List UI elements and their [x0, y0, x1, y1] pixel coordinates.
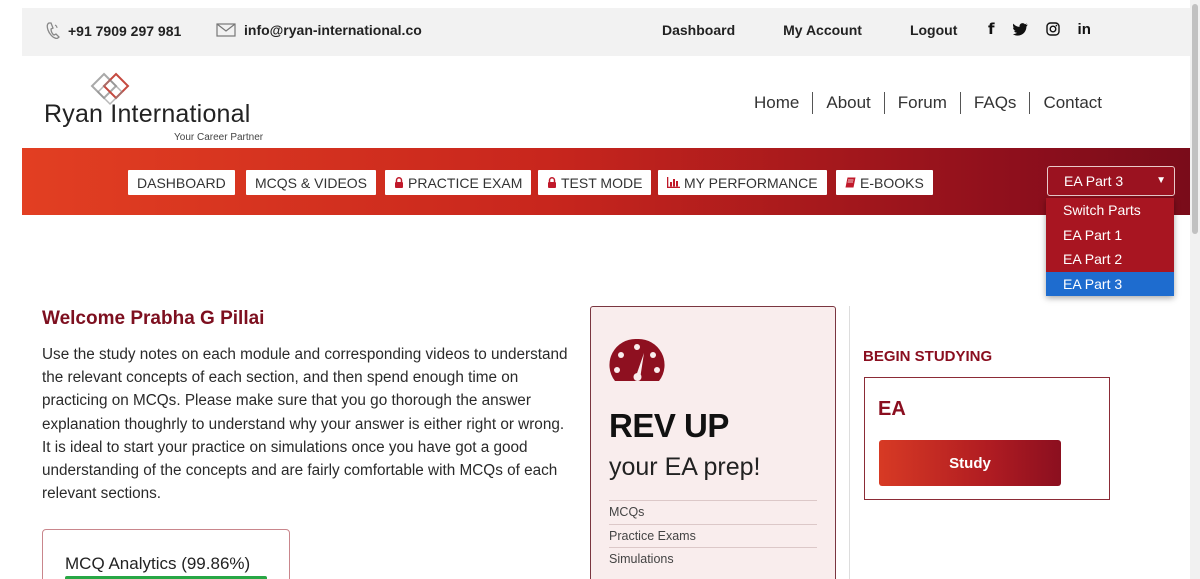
- begin-studying-heading: BEGIN STUDYING: [863, 348, 993, 365]
- email-contact[interactable]: info@ryan-international.co: [216, 22, 422, 38]
- part-select[interactable]: EA Part 3 ▼: [1047, 166, 1175, 196]
- page-scrollbar[interactable]: [1190, 0, 1200, 579]
- brand-tagline: Your Career Partner: [174, 132, 264, 143]
- lock-icon: [548, 177, 556, 188]
- phone-contact[interactable]: +91 7909 297 981: [46, 22, 181, 40]
- speedometer-icon: [609, 338, 665, 381]
- nav-contact[interactable]: Contact: [1043, 93, 1102, 113]
- my-performance-button-label: MY PERFORMANCE: [684, 174, 818, 191]
- mcq-analytics-label: MCQ Analytics (99.86%): [65, 554, 251, 573]
- top-bar: +91 7909 297 981 info@ryan-international…: [22, 8, 1190, 56]
- part-select-dropdown: Switch Parts EA Part 1 EA Part 2 EA Part…: [1046, 198, 1174, 296]
- main-nav: Home About Forum FAQs Contact: [754, 92, 1102, 114]
- bar-chart-icon: [667, 177, 680, 188]
- dashboard-button[interactable]: DASHBOARD: [128, 170, 235, 195]
- test-mode-button[interactable]: TEST MODE: [538, 170, 652, 195]
- my-account-link[interactable]: My Account: [783, 22, 862, 38]
- lock-icon: [395, 177, 403, 188]
- phone-icon: [46, 22, 60, 40]
- page: +91 7909 297 981 info@ryan-international…: [22, 8, 1190, 579]
- course-title: EA: [878, 398, 906, 420]
- dashboard-link[interactable]: Dashboard: [662, 22, 735, 38]
- logo[interactable]: Ryan International Your Career Partner: [44, 68, 284, 148]
- brand-name: Ryan International: [44, 100, 251, 128]
- scrollbar-thumb[interactable]: [1192, 4, 1198, 234]
- section-toolbar: DASHBOARD MCQS & VIDEOS PRACTICE EXAM TE…: [22, 148, 1190, 215]
- mail-icon: [216, 23, 236, 37]
- nav-about[interactable]: About: [826, 93, 870, 113]
- account-links: Dashboard My Account Logout: [662, 22, 957, 38]
- part-option-ea-part-1[interactable]: EA Part 1: [1046, 223, 1174, 248]
- rev-up-item-simulations[interactable]: Simulations: [609, 547, 817, 571]
- nav-separator: [812, 92, 814, 114]
- welcome-text: Use the study notes on each module and c…: [42, 346, 568, 503]
- rev-up-card: REV UP your EA prep! MCQs Practice Exams…: [590, 306, 836, 579]
- email-address: info@ryan-international.co: [244, 22, 422, 38]
- practice-exam-button-label: PRACTICE EXAM: [408, 174, 523, 191]
- rev-up-item-mcqs[interactable]: MCQs: [609, 500, 817, 524]
- my-performance-button[interactable]: MY PERFORMANCE: [658, 170, 827, 195]
- nav-separator: [959, 92, 961, 114]
- facebook-icon[interactable]: f: [988, 20, 995, 38]
- study-button[interactable]: Study: [879, 440, 1061, 486]
- nav-separator: [1029, 92, 1031, 114]
- linkedin-icon[interactable]: in: [1078, 21, 1091, 38]
- test-mode-button-label: TEST MODE: [561, 174, 643, 191]
- twitter-icon[interactable]: [1012, 22, 1028, 36]
- mcqs-videos-button[interactable]: MCQS & VIDEOS: [246, 170, 377, 195]
- rev-up-item-practice-exams[interactable]: Practice Exams: [609, 523, 817, 548]
- practice-exam-button[interactable]: PRACTICE EXAM: [385, 170, 532, 195]
- part-option-switch-parts[interactable]: Switch Parts: [1046, 198, 1174, 223]
- nav-home[interactable]: Home: [754, 93, 799, 113]
- rev-up-subtitle: your EA prep!: [609, 453, 761, 481]
- chevron-down-icon: ▼: [1156, 175, 1166, 186]
- mcq-analytics-card[interactable]: MCQ Analytics (99.86%): [42, 529, 290, 579]
- logout-link[interactable]: Logout: [910, 22, 957, 38]
- e-books-button-label: E-BOOKS: [860, 174, 924, 191]
- part-select-value: EA Part 3: [1064, 173, 1124, 189]
- column-divider: [849, 306, 850, 579]
- part-option-ea-part-3[interactable]: EA Part 3: [1046, 271, 1174, 296]
- nav-faqs[interactable]: FAQs: [974, 93, 1017, 113]
- rev-up-list: MCQs Practice Exams Simulations: [609, 500, 817, 571]
- e-books-button[interactable]: E-BOOKS: [836, 170, 933, 195]
- nav-forum[interactable]: Forum: [898, 93, 947, 113]
- rev-up-title: REV UP: [609, 407, 729, 444]
- dashboard-button-label: DASHBOARD: [137, 174, 226, 191]
- course-card-ea: EA Study: [864, 377, 1110, 500]
- mcqs-videos-button-label: MCQS & VIDEOS: [255, 174, 368, 191]
- book-icon: [845, 177, 856, 188]
- welcome-title: Welcome Prabha G Pillai: [42, 308, 265, 329]
- social-links: f in: [988, 20, 1091, 38]
- nav-separator: [883, 92, 885, 114]
- instagram-icon[interactable]: [1045, 22, 1060, 36]
- phone-number: +91 7909 297 981: [68, 23, 182, 39]
- part-option-ea-part-2[interactable]: EA Part 2: [1046, 247, 1174, 272]
